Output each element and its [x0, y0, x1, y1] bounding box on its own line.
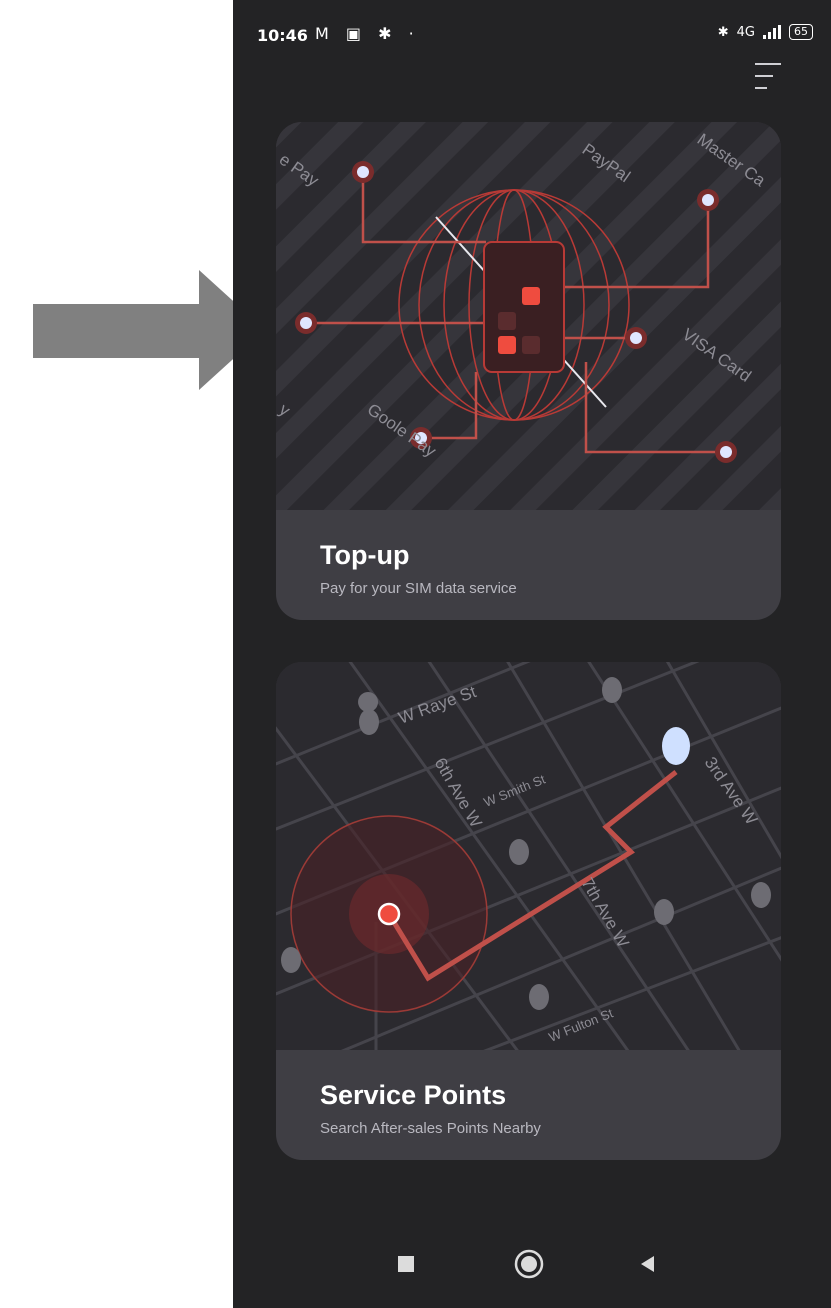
status-bar: 10:46 M ▣ ✱ · ✱ 4G 65 — [233, 0, 831, 70]
bluetooth-icon: ✱ — [717, 24, 729, 40]
notification-icons: M ▣ ✱ · — [315, 24, 420, 43]
topup-subtitle: Pay for your SIM data service — [320, 580, 517, 597]
status-right: ✱ 4G 65 — [718, 24, 813, 40]
home-icon[interactable] — [513, 1248, 545, 1280]
service-points-subtitle: Search After-sales Points Nearby — [320, 1120, 541, 1137]
topup-illustration: e Pay PayPal Master Ca VISA Card Goole P… — [276, 122, 781, 510]
map-illustration: W Raye St 6th Ave W W Smith St 3rd Ave W… — [276, 662, 781, 1050]
recents-icon[interactable] — [396, 1254, 416, 1274]
topup-title: Top-up — [320, 540, 410, 570]
topup-card[interactable]: e Pay PayPal Master Ca VISA Card Goole P… — [276, 122, 781, 620]
battery-icon: 65 — [789, 24, 813, 40]
pointer-arrow-icon — [33, 270, 265, 390]
service-points-title: Service Points — [320, 1080, 507, 1110]
status-time: 10:46 — [257, 26, 308, 45]
navigation-bar — [233, 1240, 831, 1300]
phone-screen: 10:46 M ▣ ✱ · ✱ 4G 65 e Pay PayPal Maste… — [233, 0, 831, 1308]
network-label: 4G — [736, 24, 755, 40]
service-points-card[interactable]: W Raye St 6th Ave W W Smith St 3rd Ave W… — [276, 662, 781, 1160]
back-icon[interactable] — [638, 1254, 658, 1274]
signal-icon — [763, 25, 781, 39]
menu-icon[interactable] — [753, 60, 783, 94]
